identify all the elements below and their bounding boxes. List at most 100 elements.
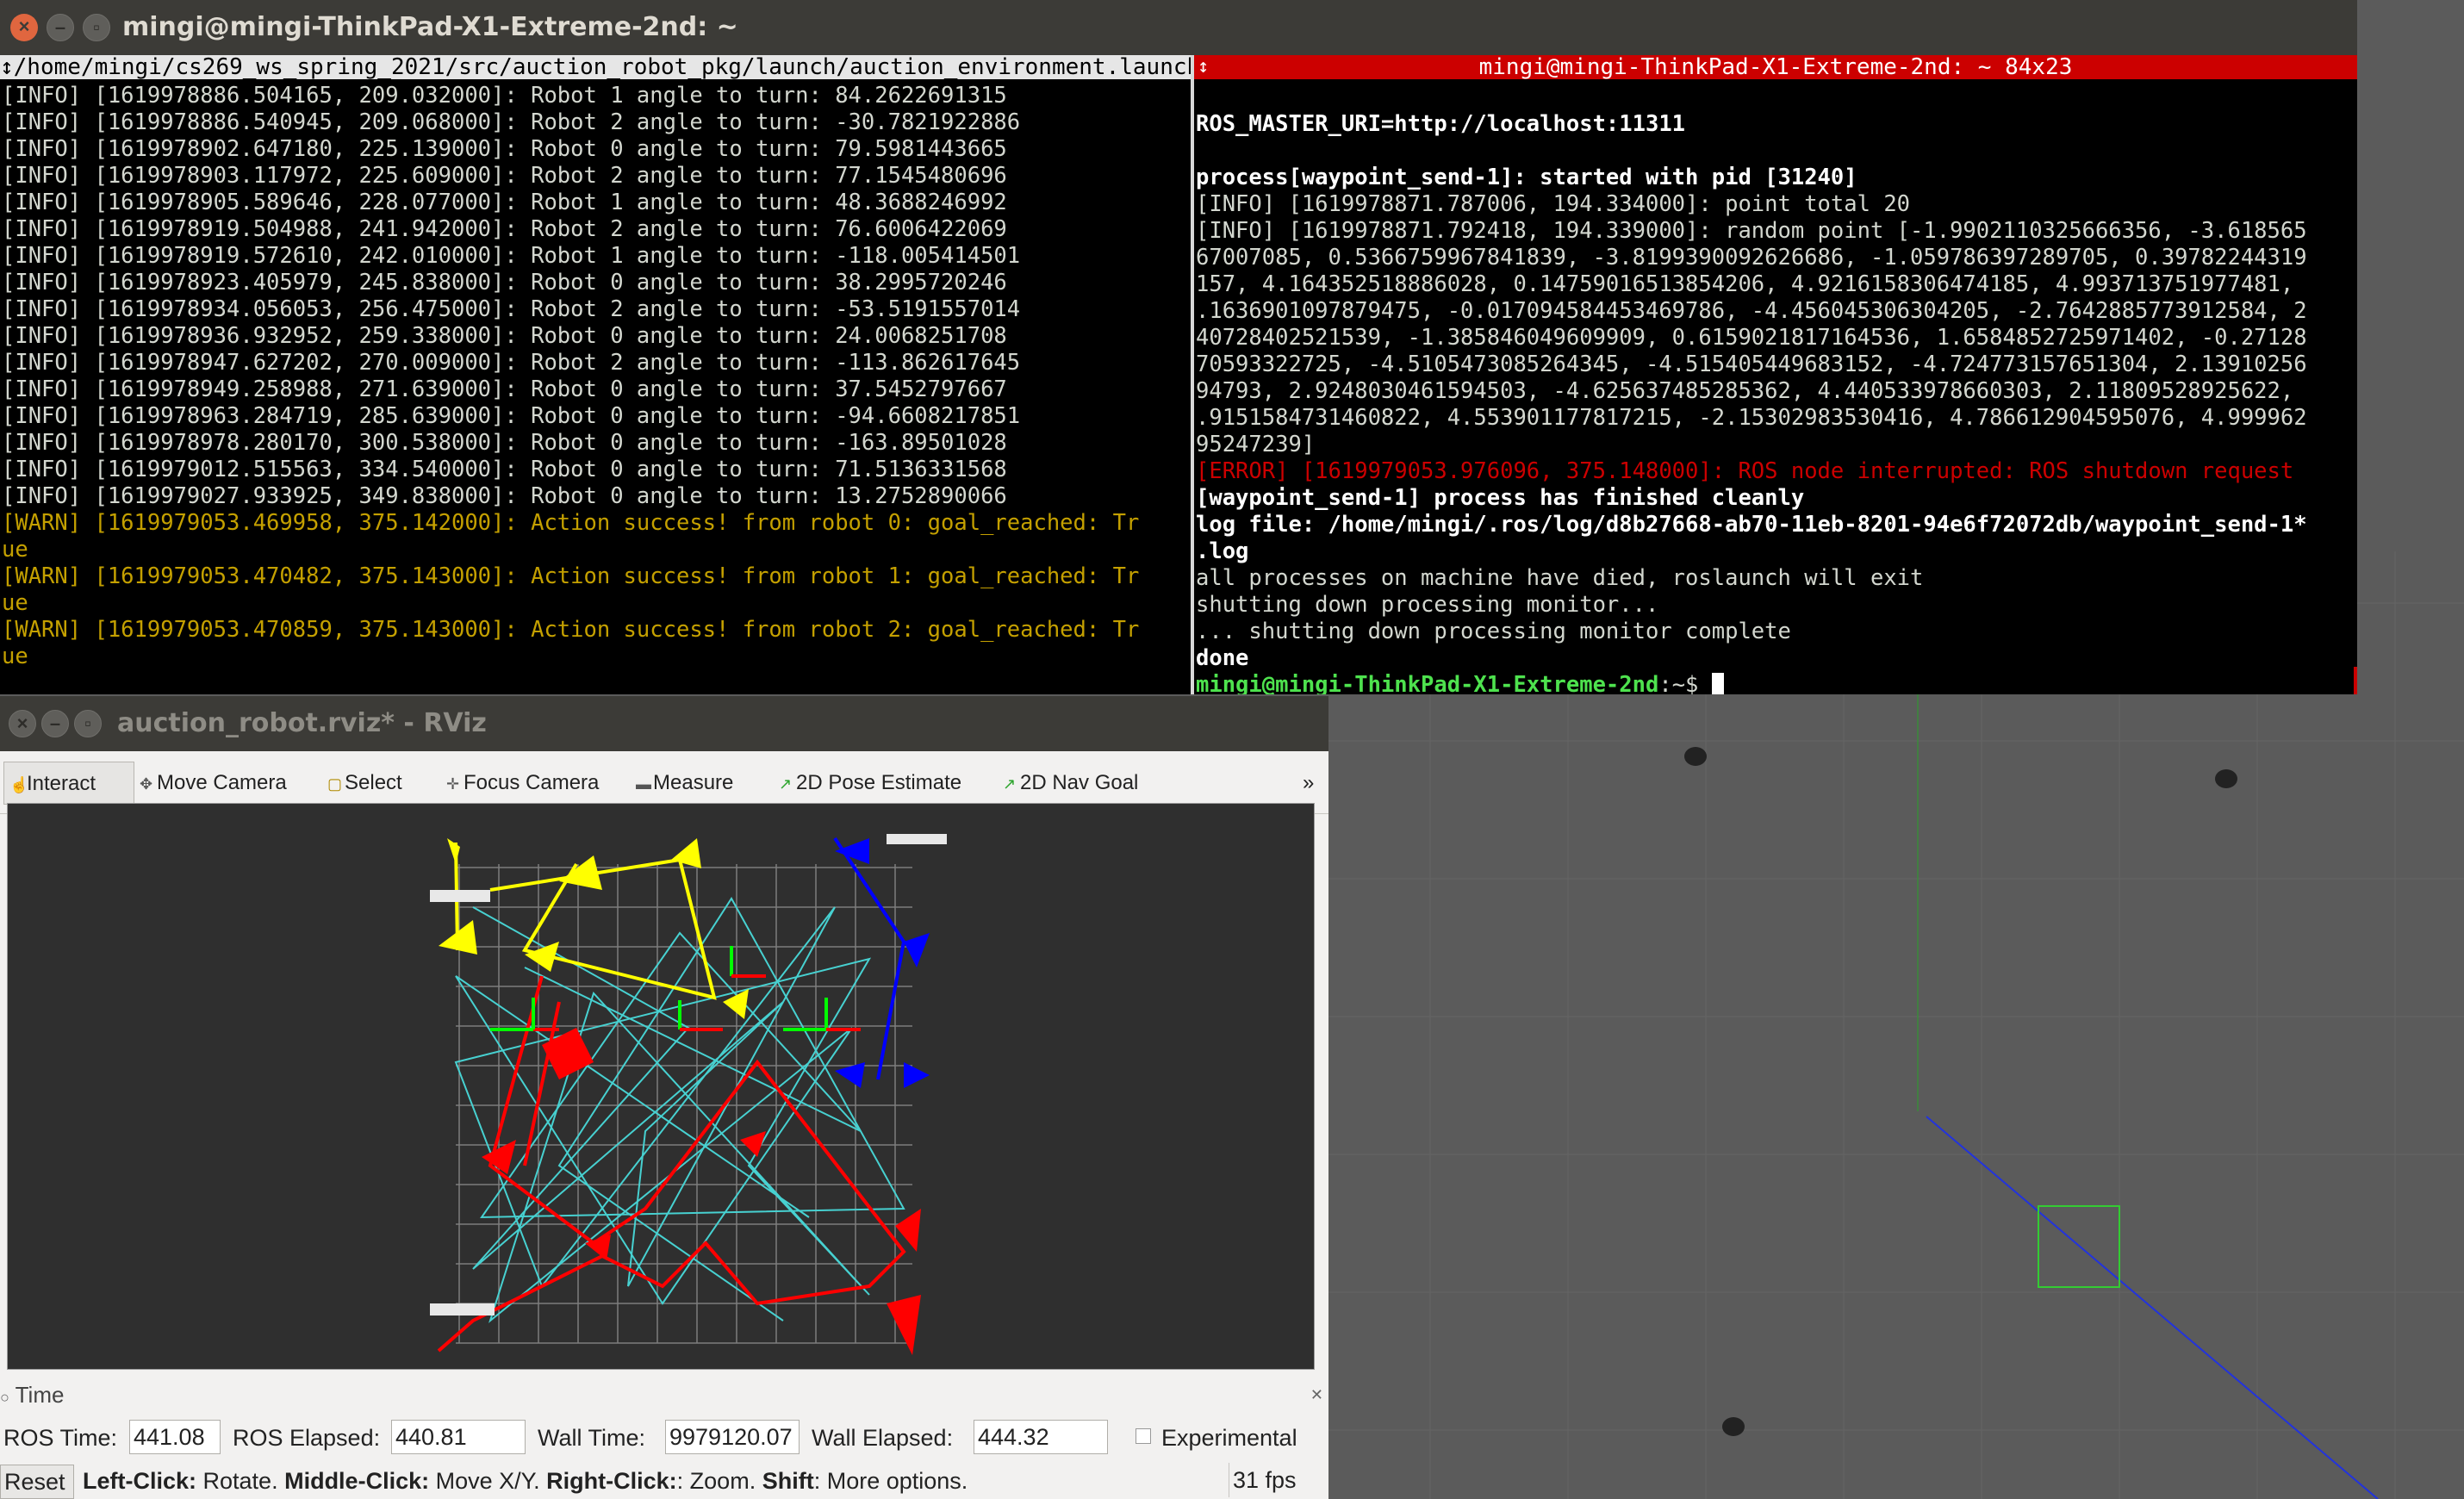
rviz-titlebar[interactable]: × – ▫ auction_robot.rviz* - RViz: [0, 696, 1328, 751]
terminal-pane-right[interactable]: ↕ mingi@mingi-ThinkPad-X1-Extreme-2nd: ~ …: [1194, 55, 2357, 694]
terminal-line: .1636901097879475, -0.017094584453469786…: [1196, 298, 2307, 324]
mouse-hint: Left-Click: Rotate. Middle-Click: Move X…: [83, 1468, 968, 1495]
terminal-line: [INFO] [1619978963.284719, 285.639000]: …: [2, 403, 1021, 429]
measure-label: Measure: [653, 771, 734, 794]
ros-elapsed-field[interactable]: 440.81: [391, 1420, 526, 1454]
interact-tool[interactable]: ☝Interact: [3, 762, 134, 805]
terminal-line: [WARN] [1619979053.470859, 375.143000]: …: [2, 617, 1140, 643]
hand-icon: ☝: [9, 776, 29, 793]
hint-middle-click: Middle-Click:: [284, 1468, 430, 1494]
close-button[interactable]: ×: [9, 710, 36, 737]
hint-shift: Shift: [762, 1468, 814, 1494]
rviz-title: auction_robot.rviz* - RViz: [117, 708, 487, 738]
terminal-line: [WARN] [1619979053.470482, 375.143000]: …: [2, 563, 1140, 589]
experimental-checkbox[interactable]: [1136, 1428, 1151, 1444]
terminal-pane-left[interactable]: ↕/home/mingi/cs269_ws_spring_2021/src/au…: [0, 55, 1191, 694]
terminal-line: ue: [2, 537, 28, 563]
left-pane-tab[interactable]: ↕/home/mingi/cs269_ws_spring_2021/src/au…: [0, 55, 1191, 79]
terminal-line: 67007085, 0.5366759967841839, -3.8199390…: [1196, 245, 2307, 271]
interact-label: Interact: [27, 772, 96, 795]
pose-estimate-label: 2D Pose Estimate: [796, 771, 962, 794]
pose-estimate-tool[interactable]: ↗ 2D Pose Estimate: [774, 762, 961, 805]
right-pane-tab-label: mingi@mingi-ThinkPad-X1-Extreme-2nd: ~ 8…: [1478, 55, 2073, 80]
focus-icon: ✛: [446, 775, 460, 793]
wall-elapsed-field[interactable]: 444.32: [974, 1420, 1108, 1454]
terminal-line: ... shutting down processing monitor com…: [1196, 619, 1791, 644]
wall-time-label: Wall Time:: [538, 1425, 646, 1451]
planned-paths: [454, 897, 905, 1323]
terminal-line: [INFO] [1619978886.540945, 209.068000]: …: [2, 109, 1021, 135]
select-icon: ▢: [327, 775, 343, 793]
ros-time-label: ROS Time:: [3, 1425, 118, 1451]
terminal-line: [INFO] [1619978905.589646, 228.077000]: …: [2, 190, 1007, 215]
hint-shift-desc: : More options.: [813, 1468, 968, 1494]
terminal-title: mingi@mingi-ThinkPad-X1-Extreme-2nd: ~: [122, 12, 738, 42]
terminal-line: ROS_MASTER_URI=http://localhost:11311: [1196, 111, 1686, 137]
terminal-line: [INFO] [1619978923.405979, 245.838000]: …: [2, 270, 1007, 295]
hint-left-click-desc: Rotate.: [196, 1468, 285, 1494]
terminal-line: [INFO] [1619978886.504165, 209.032000]: …: [2, 83, 1007, 109]
terminal-line: [INFO] [1619978919.504988, 241.942000]: …: [2, 216, 1007, 242]
measure-tool[interactable]: ▬Measure: [631, 762, 733, 805]
maximize-button[interactable]: ▫: [74, 710, 102, 737]
terminal-line: [INFO] [1619978934.056053, 256.475000]: …: [2, 296, 1021, 322]
terminal-line: 95247239]: [1196, 432, 1316, 457]
nav-goal-label: 2D Nav Goal: [1020, 771, 1139, 794]
wall-time-field[interactable]: 9979120.07: [665, 1420, 800, 1454]
wall-elapsed-label: Wall Elapsed:: [812, 1425, 954, 1451]
move-camera-tool[interactable]: ✥ Move Camera: [134, 762, 287, 805]
terminal-line: 157, 4.164352518886028, 0.14759016513854…: [1196, 271, 2294, 297]
right-pane-tab[interactable]: ↕ mingi@mingi-ThinkPad-X1-Extreme-2nd: ~ …: [1194, 55, 2357, 79]
ros-elapsed-label: ROS Elapsed:: [233, 1425, 381, 1451]
left-terminal-output: [INFO] [1619978886.504165, 209.032000]: …: [0, 79, 1191, 670]
maximize-button[interactable]: ▫: [83, 14, 110, 41]
time-panel-title: Time: [15, 1382, 65, 1408]
fps-counter: 31 fps: [1229, 1463, 1316, 1497]
terminal-line: shutting down processing monitor...: [1196, 592, 1659, 618]
prompt-line[interactable]: mingi@mingi-ThinkPad-X1-Extreme-2nd:~$: [1194, 672, 2357, 694]
select-tool[interactable]: ▢ Select: [322, 762, 402, 805]
toolbar-overflow-button[interactable]: »: [1303, 762, 1314, 805]
panel-icon: ○: [0, 1389, 9, 1406]
terminal-line: all processes on machine have died, rosl…: [1196, 565, 1924, 591]
terminal-line: process[waypoint_send-1]: started with p…: [1196, 165, 1857, 190]
terminal-line: [INFO] [1619978947.627202, 270.009000]: …: [2, 350, 1021, 376]
close-icon[interactable]: ✕: [1310, 1382, 1323, 1408]
shell-prompt: mingi@mingi-ThinkPad-X1-Extreme-2nd: [1196, 672, 1659, 694]
move-icon: ✥: [140, 775, 153, 793]
terminal-line: log file: /home/mingi/.ros/log/d8b27668-…: [1196, 512, 2307, 538]
close-button[interactable]: ×: [10, 14, 38, 41]
rviz-3d-viewport[interactable]: [7, 803, 1315, 1370]
focus-camera-tool[interactable]: ✛ Focus Camera: [441, 762, 599, 805]
select-label: Select: [345, 771, 402, 794]
minimize-button[interactable]: –: [41, 710, 69, 737]
time-panel-header[interactable]: ○ Time ✕: [0, 1382, 1328, 1408]
ruler-icon: ▬: [636, 775, 651, 793]
move-camera-label: Move Camera: [157, 771, 287, 794]
terminal-line: [ERROR] [1619979053.976096, 375.148000]:…: [1196, 458, 2294, 484]
shell-prompt-suffix: :~$: [1658, 672, 1712, 694]
waypoint-labels: [430, 834, 947, 1316]
terminal-line: [INFO] [1619978919.572610, 242.010000]: …: [2, 243, 1021, 269]
reset-button[interactable]: Reset: [0, 1465, 74, 1499]
minimize-button[interactable]: –: [47, 14, 74, 41]
focus-camera-label: Focus Camera: [464, 771, 600, 794]
nav-goal-tool[interactable]: ↗ 2D Nav Goal: [998, 762, 1138, 805]
ros-time-field[interactable]: 441.08: [129, 1420, 221, 1454]
experimental-label: Experimental: [1161, 1425, 1297, 1451]
terminal-line: .9151584731460822, 4.553901177817215, -2…: [1196, 405, 2307, 431]
arrow-icon: ↗: [1003, 775, 1017, 793]
terminal-window[interactable]: × – ▫ mingi@mingi-ThinkPad-X1-Extreme-2n…: [0, 0, 2357, 694]
rviz-scene[interactable]: [8, 804, 1314, 1369]
terminal-line: [INFO] [1619978902.647180, 225.139000]: …: [2, 136, 1007, 162]
terminal-line: ue: [2, 644, 28, 669]
rviz-window[interactable]: × – ▫ auction_robot.rviz* - RViz ☝Intera…: [0, 696, 1328, 1499]
terminal-titlebar[interactable]: × – ▫ mingi@mingi-ThinkPad-X1-Extreme-2n…: [0, 0, 2357, 55]
arrow-icon: ↗: [779, 775, 793, 793]
terminal-line: [INFO] [1619978936.932952, 259.338000]: …: [2, 323, 1007, 349]
hint-middle-click-desc: Move X/Y.: [429, 1468, 547, 1494]
terminal-line: ue: [2, 590, 28, 616]
time-panel: ○ Time ✕ ROS Time: 441.08 ROS Elapsed: 44…: [0, 1382, 1328, 1499]
